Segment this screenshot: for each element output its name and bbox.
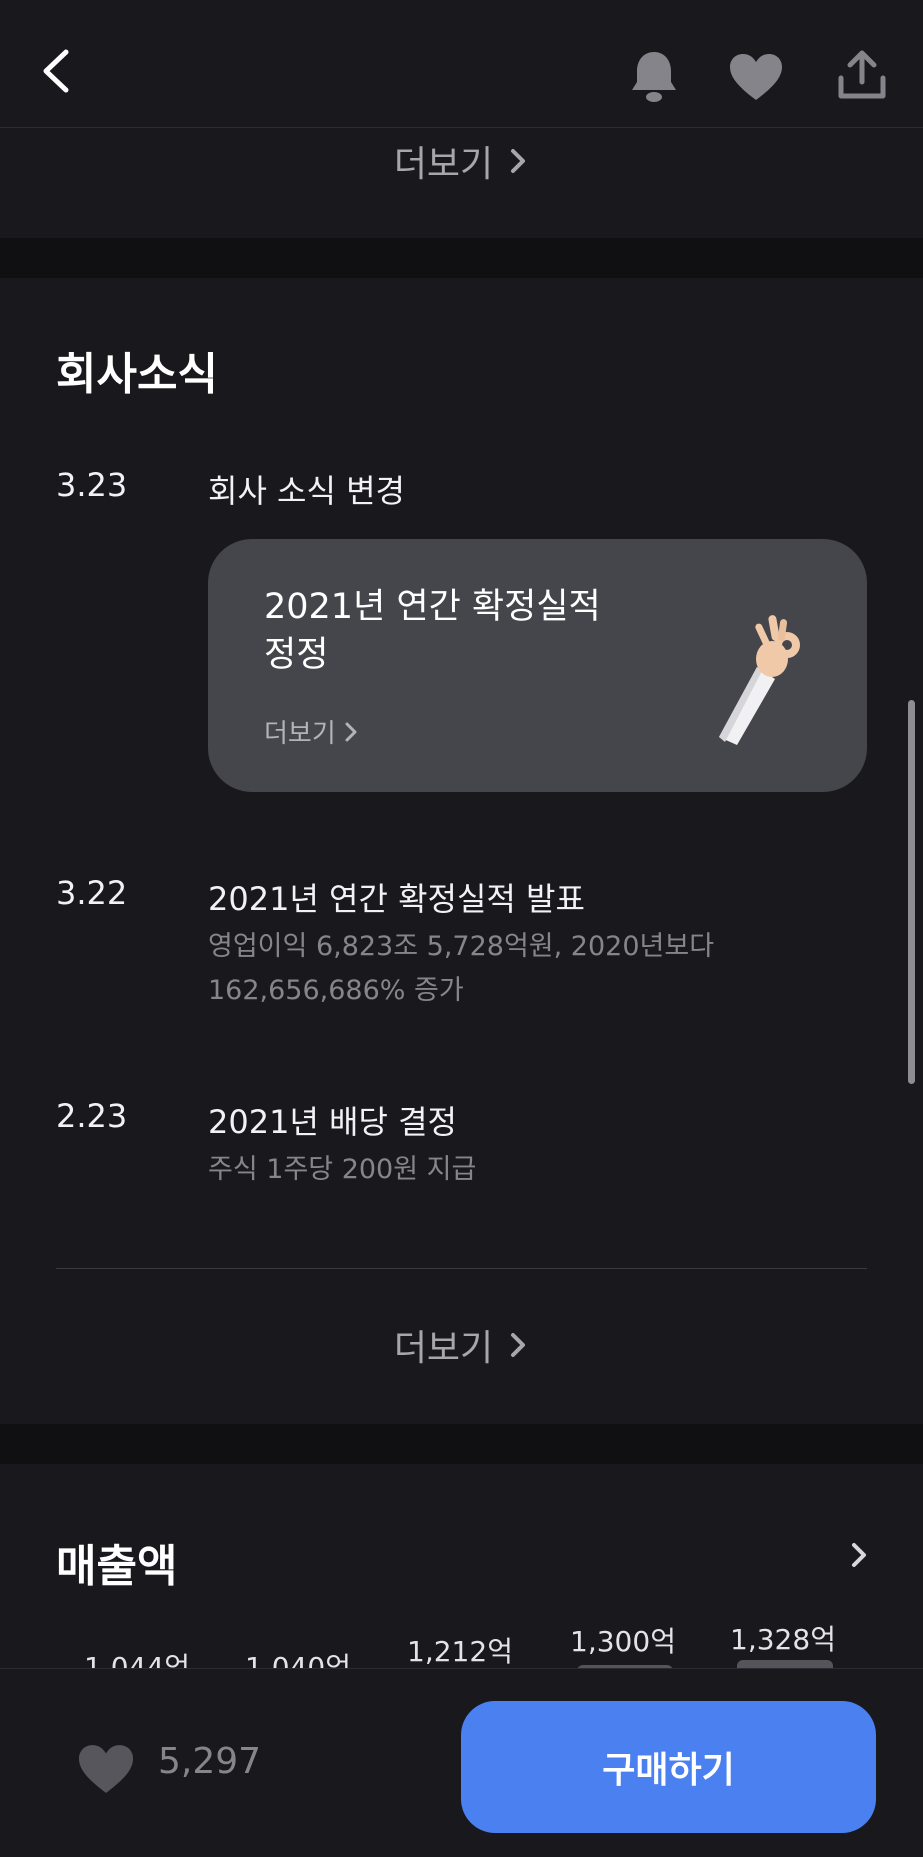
- divider: [56, 1268, 867, 1269]
- news-title[interactable]: 2021년 연간 확정실적 발표: [208, 874, 585, 920]
- news-subtitle: 주식 1주당 200원 지급: [208, 1154, 477, 1185]
- scrollbar[interactable]: [908, 700, 915, 1084]
- chevron-right-icon: [511, 1333, 526, 1357]
- correction-card[interactable]: 2021년 연간 확정실적 정정 더보기: [208, 539, 867, 792]
- section-separator: [0, 238, 923, 278]
- heart-icon[interactable]: [728, 52, 784, 102]
- chevron-left-icon[interactable]: [40, 48, 70, 94]
- news-date: 3.22: [56, 874, 128, 912]
- heart-icon[interactable]: [76, 1743, 136, 1795]
- news-title[interactable]: 2021년 배당 결정: [208, 1097, 457, 1143]
- news-subtitle: 영업이익 6,823조 5,728억원, 2020년보다 162,656,686…: [208, 931, 715, 1006]
- company-news-more-button[interactable]: 더보기: [0, 1320, 923, 1370]
- revenue-value: 1,300억: [570, 1625, 676, 1658]
- card-title: 2021년 연간 확정실적 정정: [264, 587, 601, 675]
- news-date: 2.23: [56, 1097, 128, 1135]
- card-more-link[interactable]: 더보기: [264, 713, 358, 750]
- revenue-value: 1,328억: [730, 1623, 836, 1656]
- news-date: 3.23: [56, 466, 128, 504]
- top-more-label: 더보기: [393, 144, 494, 185]
- card-more-label: 더보기: [264, 719, 336, 749]
- bell-icon[interactable]: [628, 48, 680, 104]
- news-title[interactable]: 회사 소식 변경: [208, 466, 405, 512]
- share-icon[interactable]: [836, 48, 888, 102]
- ok-hand-icon: [719, 615, 800, 745]
- company-news-more-label: 더보기: [393, 1328, 494, 1369]
- top-more-button[interactable]: 더보기: [0, 136, 923, 186]
- like-count: 5,297: [158, 1741, 262, 1782]
- top-app-bar: [0, 0, 923, 128]
- buy-button[interactable]: 구매하기: [461, 1701, 876, 1833]
- revenue-title[interactable]: 매출액: [56, 1530, 177, 1594]
- chevron-right-icon: [345, 722, 357, 741]
- chevron-right-icon[interactable]: [848, 1540, 870, 1570]
- bottom-action-bar: 5,297 구매하기: [0, 1668, 923, 1857]
- section-separator: [0, 1424, 923, 1464]
- company-news-title: 회사소식: [56, 349, 218, 400]
- chevron-right-icon: [511, 149, 526, 173]
- revenue-value: 1,212억: [407, 1635, 513, 1668]
